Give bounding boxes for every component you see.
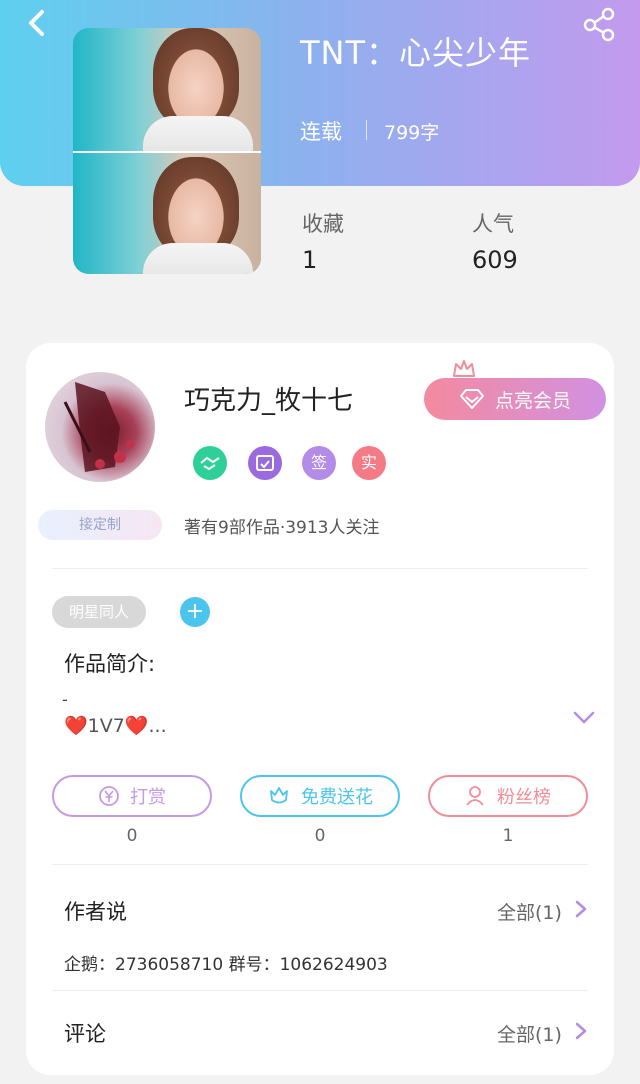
book-status: 连载 — [300, 120, 342, 144]
crown-icon — [453, 360, 475, 377]
diamond-icon — [459, 389, 484, 409]
chevron-right-icon[interactable] — [574, 1021, 588, 1041]
flower-icon — [270, 787, 288, 804]
favorites-label: 收藏 — [302, 212, 344, 236]
comments-heading: 评论 — [64, 1022, 106, 1046]
author-says-heading: 作者说 — [64, 900, 127, 924]
author-name[interactable]: 巧克力_牧十七 — [184, 380, 353, 417]
cover-shirt — [143, 243, 253, 274]
avatar-art — [63, 382, 134, 472]
custom-order-badge[interactable]: 接定制 — [38, 510, 162, 540]
cover-shirt — [143, 116, 253, 156]
status-divider — [366, 120, 367, 140]
author-says-view-all[interactable]: 全部(1) — [497, 898, 562, 925]
calendar-glyph — [256, 455, 274, 471]
reward-button[interactable]: 打赏 — [52, 775, 212, 817]
cover-portrait — [153, 28, 239, 128]
word-count: 799字 — [384, 122, 440, 144]
yen-icon — [99, 786, 119, 806]
cover-photo-top — [73, 28, 261, 156]
book-title: TNT：心尖少年 — [300, 34, 532, 72]
activate-vip-button[interactable]: 点亮会员 — [424, 378, 606, 420]
popularity-value: 609 — [472, 246, 518, 274]
send-flower-label: 免费送花 — [301, 787, 373, 808]
cover-photo-bottom — [73, 151, 261, 274]
genre-tag[interactable]: 明星同人 — [52, 596, 146, 628]
flower-count: 0 — [314, 826, 326, 846]
fan-count: 1 — [502, 826, 514, 846]
fan-ranking-label: 粉丝榜 — [497, 787, 551, 808]
send-flower-button[interactable]: 免费送花 — [240, 775, 400, 817]
intro-text-line: - — [62, 690, 68, 709]
comments-view-all[interactable]: 全部(1) — [497, 1020, 562, 1047]
signed-author-badge[interactable]: 签 — [302, 446, 336, 480]
user-icon — [466, 786, 484, 806]
popularity-label: 人气 — [472, 212, 514, 236]
share-icon[interactable] — [580, 6, 618, 42]
author-says-text: 企鹅：2736058710 群号：1062624903 — [64, 955, 388, 975]
handshake-icon[interactable] — [193, 446, 227, 480]
intro-heading: 作品简介: — [64, 652, 156, 676]
add-tag-button[interactable]: + — [180, 597, 210, 627]
section-divider — [52, 990, 588, 991]
author-works-followers: 著有9部作品·3913人关注 — [184, 518, 380, 538]
reward-button-label: 打赏 — [130, 787, 166, 808]
handshake-glyph — [200, 456, 220, 471]
chevron-right-icon[interactable] — [574, 899, 588, 919]
author-avatar[interactable] — [45, 372, 155, 482]
section-divider — [52, 864, 588, 865]
reward-count: 0 — [126, 826, 138, 846]
fan-ranking-button[interactable]: 粉丝榜 — [428, 775, 588, 817]
favorites-value: 1 — [302, 246, 318, 274]
book-cover-image[interactable] — [73, 28, 261, 274]
intro-text-line: ❤️1V7❤️... — [64, 715, 167, 737]
back-arrow-icon[interactable] — [22, 8, 52, 38]
vip-button-label: 点亮会员 — [494, 389, 571, 412]
calendar-icon[interactable] — [248, 446, 282, 480]
section-divider — [52, 568, 588, 569]
cover-portrait — [153, 157, 239, 257]
chevron-down-icon[interactable] — [572, 708, 596, 726]
verified-author-badge[interactable]: 实 — [352, 446, 386, 480]
